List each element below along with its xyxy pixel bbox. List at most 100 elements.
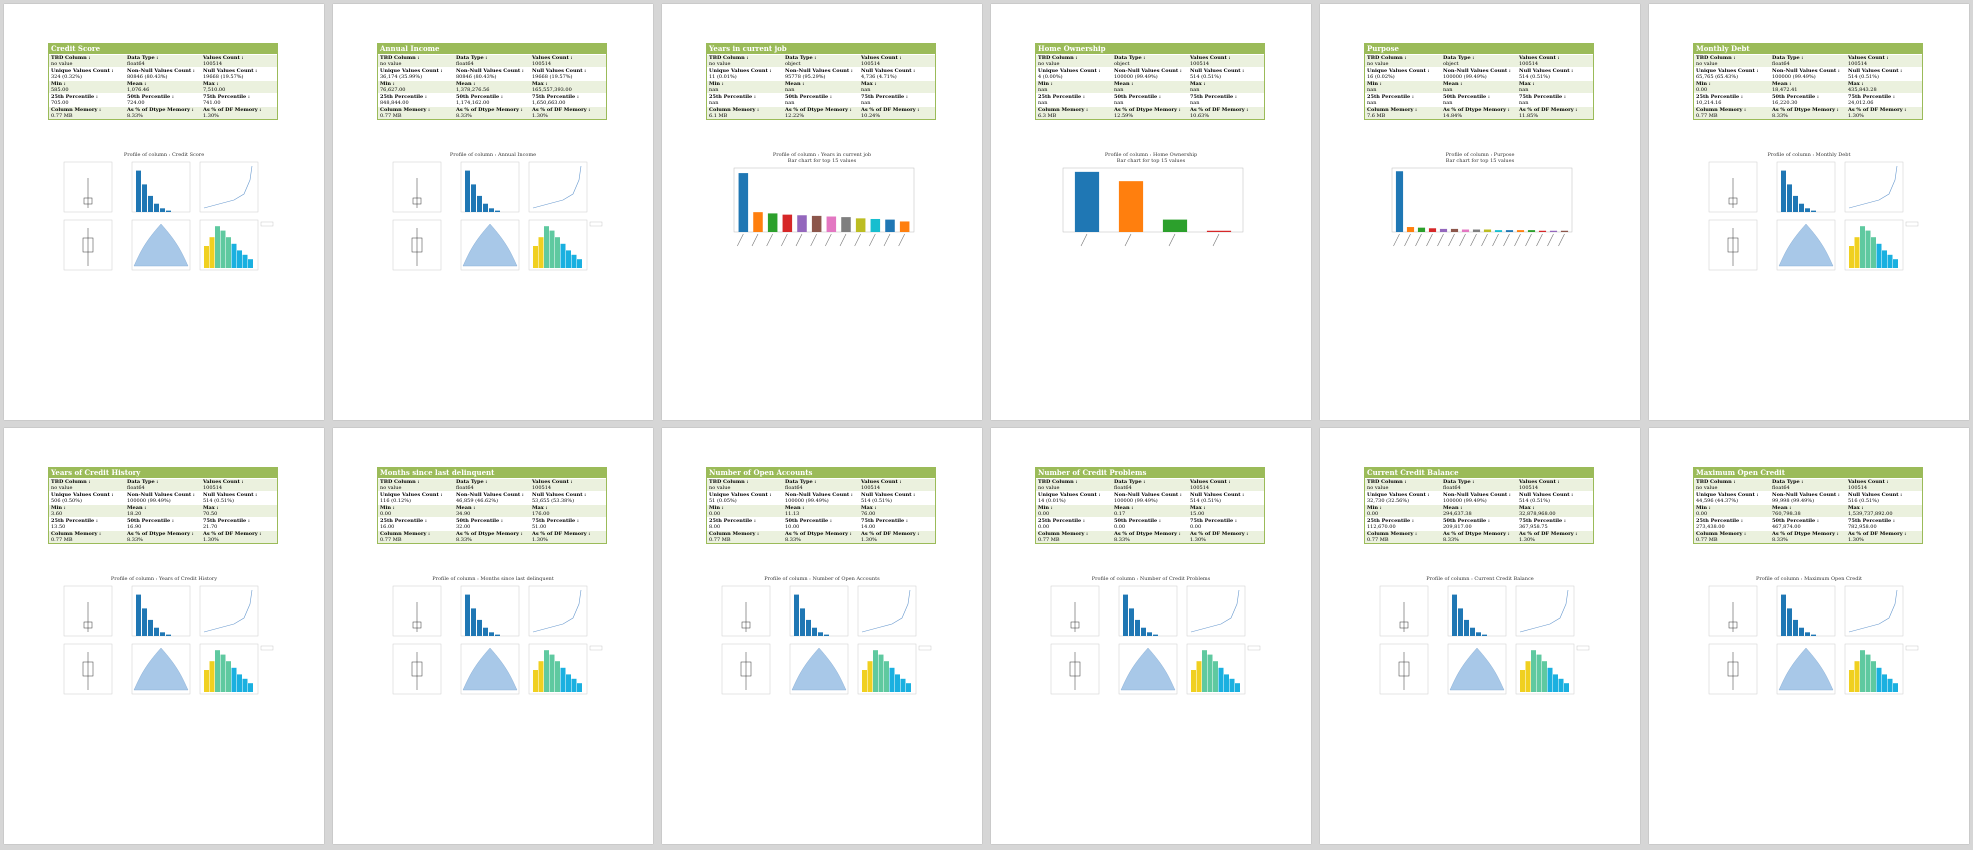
summary-cell-nonnull: Non-Null Values Count :100000 (99.49%) [783, 492, 859, 504]
histogram-bar [154, 627, 159, 636]
summary-cell-p50: 50th Percentile :724.00 [125, 94, 201, 106]
summary-cell-dfmem: As % of DF Memory :11.85% [1517, 107, 1593, 119]
summary-row: TBD Column : no value Data Type : float64 Va… [1036, 478, 1264, 491]
histogram-bar [1793, 195, 1798, 212]
profile-figure: Profile of column : Maximum Open Credit [1689, 576, 1929, 696]
report-grid: Credit Score TBD Column : no value Data Typ… [0, 0, 1973, 850]
summary-value-min: 0.00 [380, 511, 392, 517]
summary-value-dtype: float64 [127, 485, 145, 491]
summary-value-nonnull: 95778 (95.29%) [785, 74, 826, 80]
column-title: Monthly Debt [1694, 44, 1922, 54]
summary-cell-mem: Column Memory :0.77 MB [1694, 531, 1770, 543]
summary-value-dtmem: 12.59% [1114, 113, 1134, 119]
percentile-bar [873, 650, 878, 692]
tick-label [1415, 233, 1422, 247]
bar [826, 216, 837, 232]
summary-row: Column Memory :0.77 MB As % of Dtype Memo… [378, 530, 606, 543]
summary-cell-p25: 25th Percentile :848,844.00 [378, 94, 454, 106]
summary-label-max: Max : [1519, 81, 1535, 87]
summary-value-p50: 16,220.30 [1772, 100, 1798, 106]
summary-value-null: 514 (0.51%) [1848, 74, 1879, 80]
summary-cell-min: Min :585.00 [49, 81, 125, 93]
column-summary-table: Purpose TBD Column : no value Data Type : ob… [1364, 43, 1594, 120]
summary-cell-mean: Mean :11.13 [783, 505, 859, 517]
summary-cell-mem: Column Memory :0.77 MB [49, 107, 125, 119]
histogram-bar [489, 632, 494, 636]
summary-cell-dtmem: As % of Dtype Memory :8.33% [1770, 531, 1846, 543]
percentile-bar [231, 667, 237, 692]
column-title: Current Credit Balance [1365, 468, 1593, 478]
summary-row: Unique Values Count :44,596 (44.37%) Non-… [1694, 491, 1922, 504]
summary-label-mean: Mean : [785, 81, 805, 87]
histogram-bar [1153, 634, 1158, 636]
summary-row: Unique Values Count :36,174 (35.99%) Non-… [378, 67, 606, 80]
bar [753, 212, 763, 232]
summary-cell-p25: 25th Percentile : nan [1365, 94, 1441, 106]
percentile-bar [566, 674, 571, 692]
bar [738, 173, 749, 232]
tick-label [1437, 233, 1444, 247]
percentile-bar [566, 250, 571, 268]
percentile-bar [538, 661, 544, 692]
summary-value-max: nan [1519, 87, 1529, 93]
tick-label [869, 233, 876, 247]
report-page: Annual Income TBD Column : no value Data Ty… [333, 4, 653, 420]
histogram-bar [1811, 210, 1816, 212]
summary-cell-th: TBD Column : no value [1036, 55, 1112, 67]
histogram-bar [1793, 619, 1798, 636]
tick-label [1492, 233, 1499, 247]
summary-value-dfmem: 1.30% [203, 113, 219, 119]
summary-row: TBD Column : no value Data Type : float64 Va… [707, 478, 935, 491]
summary-value-dtype: object [1114, 61, 1130, 67]
histogram-bar [1458, 608, 1463, 636]
summary-cell-dtmem: As % of Dtype Memory :8.33% [125, 107, 201, 119]
percentile-bar [1191, 670, 1196, 692]
summary-row: Unique Values Count :506 (0.50%) Non-Null… [49, 491, 277, 504]
summary-cell-null: Null Values Count :4,736 (4.71%) [859, 68, 935, 80]
summary-value-p50: 10.00 [785, 524, 800, 530]
column-summary-table: Home Ownership TBD Column : no value Data T… [1035, 43, 1265, 120]
summary-label-min: Min : [709, 81, 724, 87]
percentile-bar [1224, 674, 1229, 692]
summary-value-dfmem: 11.85% [1519, 113, 1539, 119]
summary-value-p75: 0.00 [1190, 524, 1202, 530]
summary-row: Unique Values Count :16 (0.02%) Non-Null … [1365, 67, 1593, 80]
summary-cell-dtmem: As % of Dtype Memory :8.33% [1112, 531, 1188, 543]
summary-cell-nonnull: Non-Null Values Count :100000 (99.49%) [1112, 68, 1188, 80]
percentile-bar [242, 678, 248, 692]
column-summary-table: Monthly Debt TBD Column : no value Data Typ… [1693, 43, 1923, 120]
plot-panel [199, 585, 259, 637]
profile-panels [392, 585, 603, 695]
summary-row: Column Memory :6.3 MB As % of Dtype Memor… [1036, 106, 1264, 119]
summary-cell-p25: 25th Percentile :16.00 [378, 518, 454, 530]
summary-value-max: 435,843.28 [1848, 87, 1877, 93]
summary-cell-null: Null Values Count :514 (0.51%) [1846, 68, 1922, 80]
summary-cell-dtmem: As % of Dtype Memory :8.33% [125, 531, 201, 543]
percentile-bar [577, 259, 582, 268]
summary-label-p25: 25th Percentile : [709, 94, 756, 100]
summary-value-p25: nan [1038, 100, 1048, 106]
summary-value-p25: 13.50 [51, 524, 66, 530]
histogram-bar [483, 627, 488, 636]
histogram-bar [1781, 594, 1786, 636]
summary-value-max: nan [861, 87, 871, 93]
percentile-bar [560, 667, 566, 692]
percentile-bar [1860, 226, 1865, 268]
summary-cell-p75: 75th Percentile :14.00 [859, 518, 935, 530]
summary-row: Min :0.00 Mean :294,637.38 Max :32,878,968… [1365, 504, 1593, 517]
profile-panels [1050, 585, 1261, 695]
histogram-bar [483, 203, 488, 212]
summary-cell-mem: Column Memory :0.77 MB [1036, 531, 1112, 543]
summary-value-count: 100514 [203, 485, 223, 491]
report-page: Number of Credit Problems TBD Column : no … [991, 428, 1311, 844]
histogram-bar [495, 634, 500, 636]
bar [767, 213, 778, 232]
summary-label-max: Max : [861, 81, 877, 87]
profile-subtitle: Bar chart for top 15 values [787, 158, 857, 164]
percentile-bar [884, 661, 889, 692]
summary-value-nonnull: 80846 (80.43%) [127, 74, 168, 80]
summary-cell-count: Values Count :100514 [530, 479, 606, 491]
column-summary-table: Current Credit Balance TBD Column : no val… [1364, 467, 1594, 544]
percentile-bar [538, 237, 544, 268]
summary-cell-p50: 50th Percentile : nan [1112, 94, 1188, 106]
